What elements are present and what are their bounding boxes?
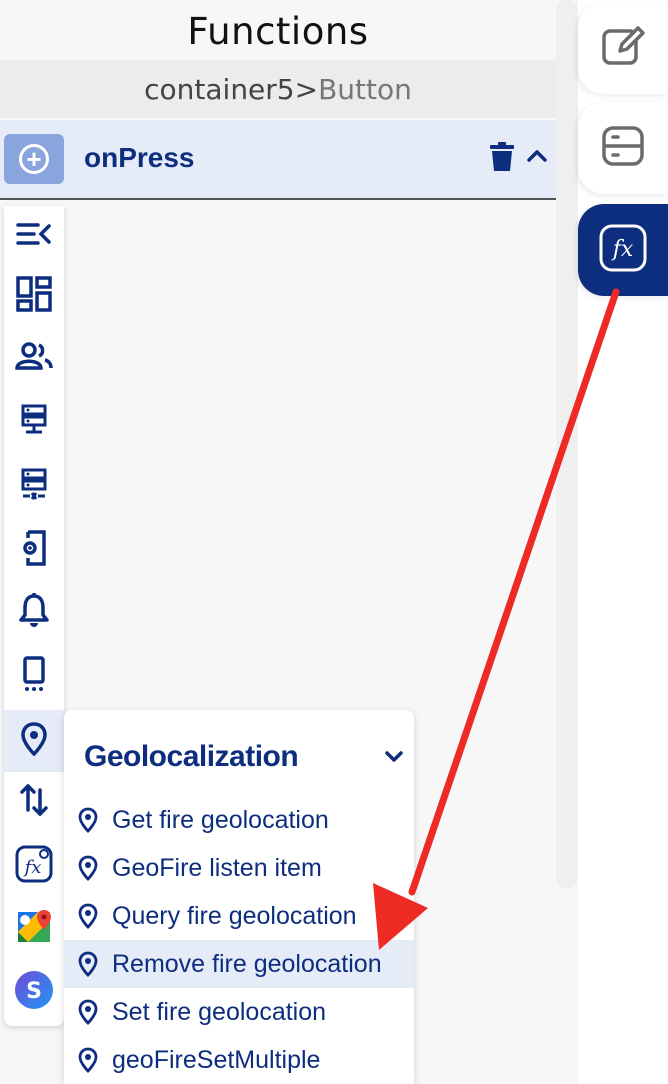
event-row: + onPress xyxy=(0,120,556,200)
svg-text:S: S xyxy=(26,979,42,1004)
location-pin-icon xyxy=(78,1047,98,1073)
breadcrumb: container5> Button xyxy=(0,60,556,118)
tab-edit[interactable] xyxy=(578,2,668,94)
function-label: geoFireSetMultiple xyxy=(112,1045,321,1074)
chevron-up-icon[interactable] xyxy=(526,148,548,167)
trash-icon[interactable] xyxy=(489,142,515,177)
function-label: Get fire geolocation xyxy=(112,805,329,834)
panel-title: Geolocalization xyxy=(84,740,299,773)
location-pin-icon xyxy=(78,807,98,833)
functions-screen: Functions container5> Button + onPress fx xyxy=(0,0,668,1084)
breadcrumb-container: container5> xyxy=(144,72,319,106)
function-item[interactable]: Set fire geolocation xyxy=(64,988,414,1036)
chevron-down-icon[interactable] xyxy=(384,750,404,769)
category-server-remove[interactable] xyxy=(4,456,64,516)
add-action-button[interactable]: + xyxy=(4,134,64,184)
function-item[interactable]: Get fire geolocation xyxy=(64,796,414,844)
category-geolocation[interactable] xyxy=(4,710,64,772)
function-item-highlighted[interactable]: Remove fire geolocation xyxy=(64,940,414,988)
category-google-maps[interactable] xyxy=(4,898,64,958)
event-name: onPress xyxy=(84,142,195,173)
users-icon xyxy=(15,341,53,375)
tab-functions[interactable]: fx xyxy=(578,204,668,296)
function-label: GeoFire listen item xyxy=(112,853,322,882)
location-pin-icon xyxy=(78,903,98,929)
svg-text:fx: fx xyxy=(611,237,634,262)
geolocalization-panel: Geolocalization Get fire geolocation Geo… xyxy=(64,710,414,1084)
device-settings-icon xyxy=(20,529,48,571)
svg-text:fx: fx xyxy=(23,857,42,878)
collapse-menu-icon xyxy=(16,221,52,252)
transfer-icon xyxy=(19,782,49,823)
category-transfer[interactable] xyxy=(4,772,64,832)
category-notifications[interactable] xyxy=(4,582,64,642)
server-remove-icon xyxy=(21,468,47,505)
category-layout[interactable] xyxy=(4,266,64,326)
category-collapse[interactable] xyxy=(4,206,64,266)
plus-circle-icon: + xyxy=(19,144,49,174)
category-device-settings[interactable] xyxy=(4,520,64,580)
function-label: Query fire geolocation xyxy=(112,901,357,930)
function-label: Remove fire geolocation xyxy=(112,949,382,978)
edit-icon xyxy=(600,23,646,74)
function-item[interactable]: GeoFire listen item xyxy=(64,844,414,892)
location-pin-icon xyxy=(78,951,98,977)
custom-fx-icon: fx xyxy=(14,844,54,889)
scrollbar[interactable] xyxy=(556,0,578,888)
google-maps-icon xyxy=(14,906,54,951)
scrollbar-thumb[interactable] xyxy=(556,0,578,888)
function-item[interactable]: geoFireSetMultiple xyxy=(64,1036,414,1084)
page-header: Functions xyxy=(0,0,556,60)
location-pin-icon xyxy=(78,999,98,1025)
mobile-icon xyxy=(22,655,46,697)
bell-icon xyxy=(19,592,49,633)
function-label: Set fire geolocation xyxy=(112,997,327,1026)
fx-icon: fx xyxy=(598,223,648,278)
breadcrumb-target: Button xyxy=(318,72,412,106)
category-users[interactable] xyxy=(4,328,64,388)
tab-database[interactable] xyxy=(578,102,668,194)
location-pin-icon xyxy=(20,721,48,761)
dashboard-icon xyxy=(16,275,52,317)
database-icon xyxy=(600,123,646,174)
category-server[interactable] xyxy=(4,392,64,452)
s-logo-icon: S xyxy=(14,970,54,1015)
page-title: Functions xyxy=(187,9,369,53)
category-device[interactable] xyxy=(4,646,64,706)
category-sidebar: fx S xyxy=(4,206,64,1026)
server-icon xyxy=(21,404,47,441)
location-pin-icon xyxy=(78,855,98,881)
category-s-integration[interactable]: S xyxy=(4,962,64,1022)
category-custom-functions[interactable]: fx xyxy=(4,836,64,896)
function-item[interactable]: Query fire geolocation xyxy=(64,892,414,940)
